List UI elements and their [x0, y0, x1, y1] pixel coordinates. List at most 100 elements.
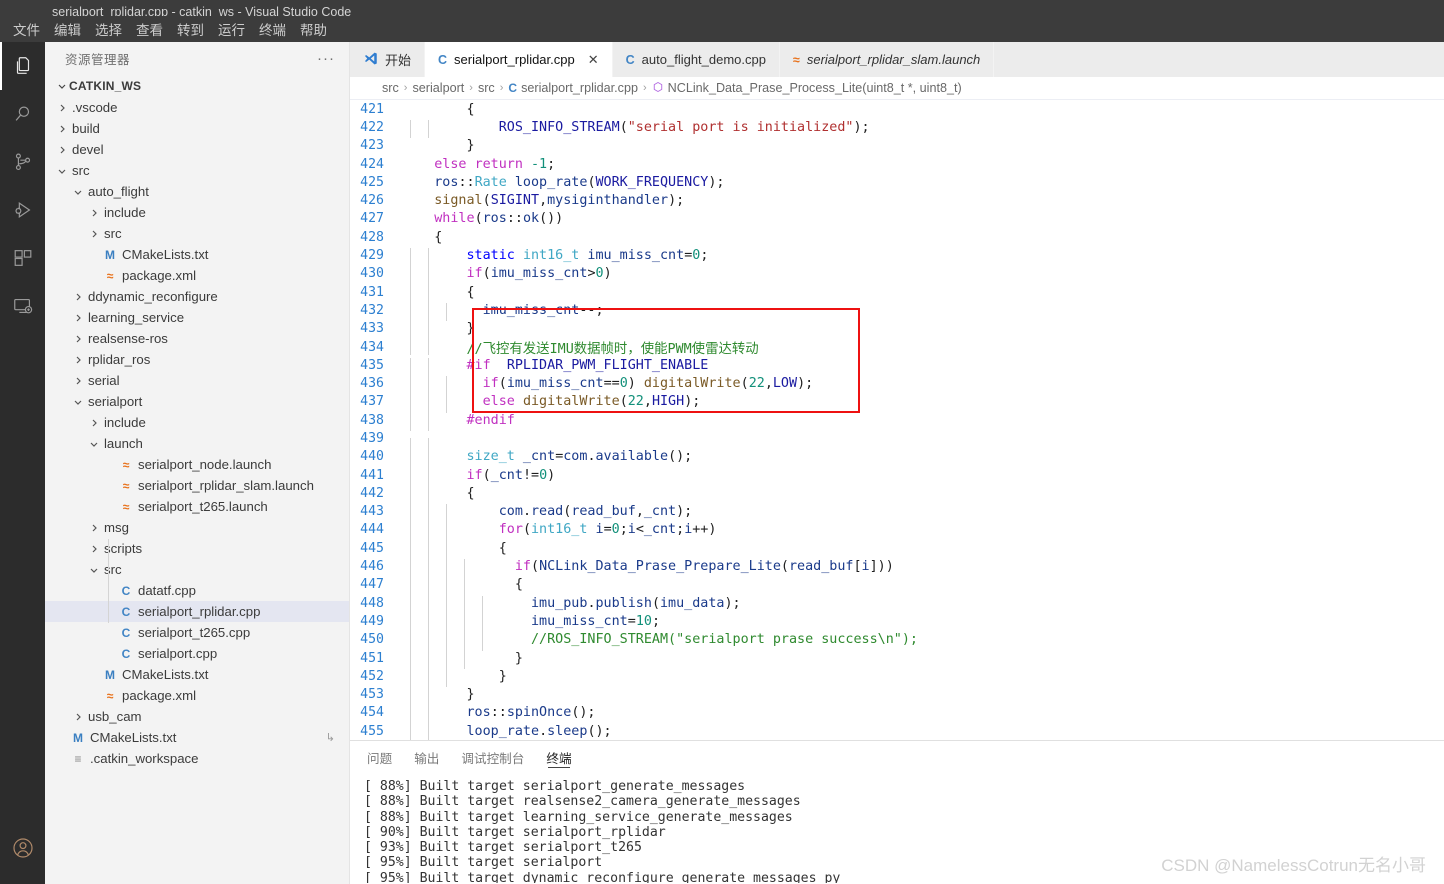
breadcrumb-item[interactable]: serialport	[412, 81, 464, 95]
chevron-right-icon[interactable]	[87, 208, 101, 218]
tree-folder-row[interactable]: include	[45, 202, 349, 223]
tree-folder-row[interactable]: rplidar_ros	[45, 349, 349, 370]
tree-folder-row[interactable]: launch	[45, 433, 349, 454]
explorer-icon[interactable]	[0, 42, 45, 90]
menu-item-0[interactable]: 文件	[6, 17, 47, 41]
tree-folder-row[interactable]: serial	[45, 370, 349, 391]
search-icon[interactable]	[0, 90, 45, 138]
line-number: 455	[360, 723, 384, 739]
editor-tab[interactable]: ≈ serialport_rplidar_slam.launch	[780, 42, 995, 77]
extensions-icon[interactable]	[0, 234, 45, 282]
code-token: LOW	[772, 376, 798, 392]
tree-folder-row[interactable]: ddynamic_reconfigure	[45, 286, 349, 307]
breadcrumb-item[interactable]: src	[478, 81, 495, 95]
breadcrumb-item[interactable]: src	[382, 81, 399, 95]
account-icon[interactable]	[0, 824, 45, 872]
tree-file-row[interactable]: M CMakeLists.txt ↳	[45, 727, 349, 748]
chevron-right-icon[interactable]	[87, 229, 101, 239]
code-token: ;	[547, 156, 556, 172]
line-number: 446	[360, 559, 384, 575]
chevron-right-icon[interactable]	[55, 103, 69, 113]
chevron-right-icon[interactable]	[71, 376, 85, 386]
code-token: ,	[635, 504, 644, 520]
menu-item-6[interactable]: 终端	[252, 17, 293, 41]
chevron-down-icon[interactable]	[87, 565, 101, 575]
editor-tab[interactable]: Cserialport_rplidar.cpp ✕	[425, 42, 613, 77]
tree-folder-row[interactable]: devel	[45, 139, 349, 160]
chevron-right-icon[interactable]	[87, 544, 101, 554]
code-line: 446 if(NCLink_Data_Prase_Prepare_Lite(re…	[350, 557, 1444, 578]
code-editor[interactable]: 421 {422 ROS_INFO_STREAM("serial port is…	[350, 100, 1444, 749]
chevron-down-icon[interactable]	[71, 397, 85, 407]
breadcrumb-item[interactable]: NCLink_Data_Prase_Process_Lite(uint8_t *…	[652, 81, 962, 96]
chevron-right-icon[interactable]	[71, 334, 85, 344]
remote-explorer-icon[interactable]	[0, 282, 45, 330]
tree-file-row[interactable]: M CMakeLists.txt	[45, 664, 349, 685]
breadcrumb-item[interactable]: Cserialport_rplidar.cpp	[508, 81, 638, 95]
chevron-right-icon[interactable]	[71, 355, 85, 365]
tree-file-row[interactable]: ≈ package.xml	[45, 265, 349, 286]
chevron-right-icon[interactable]	[71, 712, 85, 722]
editor-tab[interactable]: 开始	[350, 42, 426, 77]
tree-file-row[interactable]: Cdatatf.cpp	[45, 580, 349, 601]
indent-guide	[428, 449, 429, 468]
menu-item-2[interactable]: 选择	[88, 17, 129, 41]
sidebar-explorer: 资源管理器 ··· CATKIN_WS .vscode build devel src…	[45, 42, 350, 884]
tree-folder-row[interactable]: scripts	[45, 538, 349, 559]
menu-item-3[interactable]: 查看	[129, 17, 170, 41]
code-token: if	[482, 376, 499, 392]
code-token: ok	[522, 211, 540, 227]
tree-folder-row[interactable]: .vscode	[45, 97, 349, 118]
chevron-right-icon[interactable]	[55, 145, 69, 155]
tree-folder-row[interactable]: learning_service	[45, 307, 349, 328]
chevron-right-icon[interactable]	[71, 292, 85, 302]
tree-folder-row[interactable]: src	[45, 160, 349, 181]
chevron-right-icon[interactable]	[87, 418, 101, 428]
panel-tab[interactable]: 输出	[414, 741, 439, 773]
code-token: ==	[603, 376, 620, 392]
chevron-down-icon[interactable]	[55, 166, 69, 176]
chevron-down-icon[interactable]	[87, 439, 101, 449]
tree-file-row[interactable]: Cserialport_t265.cpp	[45, 622, 349, 643]
tree-folder-row[interactable]: src	[45, 223, 349, 244]
tree-file-row[interactable]: ≡ .catkin_workspace	[45, 748, 349, 769]
tree-folder-row[interactable]: auto_flight	[45, 181, 349, 202]
tree-file-row[interactable]: Cserialport_rplidar.cpp	[45, 601, 349, 622]
workspace-root-row[interactable]: CATKIN_WS	[45, 75, 349, 97]
tree-folder-row[interactable]: usb_cam	[45, 706, 349, 727]
source-control-icon[interactable]	[0, 138, 45, 186]
run-and-debug-icon[interactable]	[0, 186, 45, 234]
code-token: (	[498, 376, 507, 392]
chevron-right-icon[interactable]	[87, 523, 101, 533]
tree-file-row[interactable]: M CMakeLists.txt	[45, 244, 349, 265]
close-icon[interactable]: ✕	[588, 52, 599, 68]
chevron-right-icon[interactable]	[71, 313, 85, 323]
tree-file-row[interactable]: Cserialport.cpp	[45, 643, 349, 664]
menu-item-5[interactable]: 运行	[211, 17, 252, 41]
more-actions-icon[interactable]: ···	[317, 51, 335, 66]
tree-folder-row[interactable]: build	[45, 118, 349, 139]
menu-item-4[interactable]: 转到	[170, 17, 211, 41]
menu-item-7[interactable]: 帮助	[293, 17, 334, 41]
tree-folder-row[interactable]: realsense-ros	[45, 328, 349, 349]
tree-folder-row[interactable]: src	[45, 559, 349, 580]
editor-tab[interactable]: Cauto_flight_demo.cpp	[613, 42, 780, 77]
chevron-down-icon[interactable]	[71, 187, 85, 197]
launch-file-icon: ≈	[122, 478, 130, 493]
breadcrumb-label: src	[382, 81, 399, 95]
tree-file-row[interactable]: ≈ serialport_rplidar_slam.launch	[45, 475, 349, 496]
menu-item-1[interactable]: 编辑	[47, 17, 88, 41]
panel-tab[interactable]: 问题	[367, 741, 392, 773]
tree-file-row[interactable]: ≈ serialport_node.launch	[45, 454, 349, 475]
tree-file-row[interactable]: ≈ package.xml	[45, 685, 349, 706]
chevron-right-icon[interactable]	[55, 124, 69, 134]
tree-folder-row[interactable]: msg	[45, 517, 349, 538]
tree-folder-row[interactable]: include	[45, 412, 349, 433]
panel-tab[interactable]: 调试控制台	[461, 741, 524, 773]
tree-folder-row[interactable]: serialport	[45, 391, 349, 412]
tree-file-row[interactable]: ≈ serialport_t265.launch	[45, 496, 349, 517]
panel-tab[interactable]: 终端	[546, 741, 572, 773]
code-token: (	[531, 559, 540, 575]
